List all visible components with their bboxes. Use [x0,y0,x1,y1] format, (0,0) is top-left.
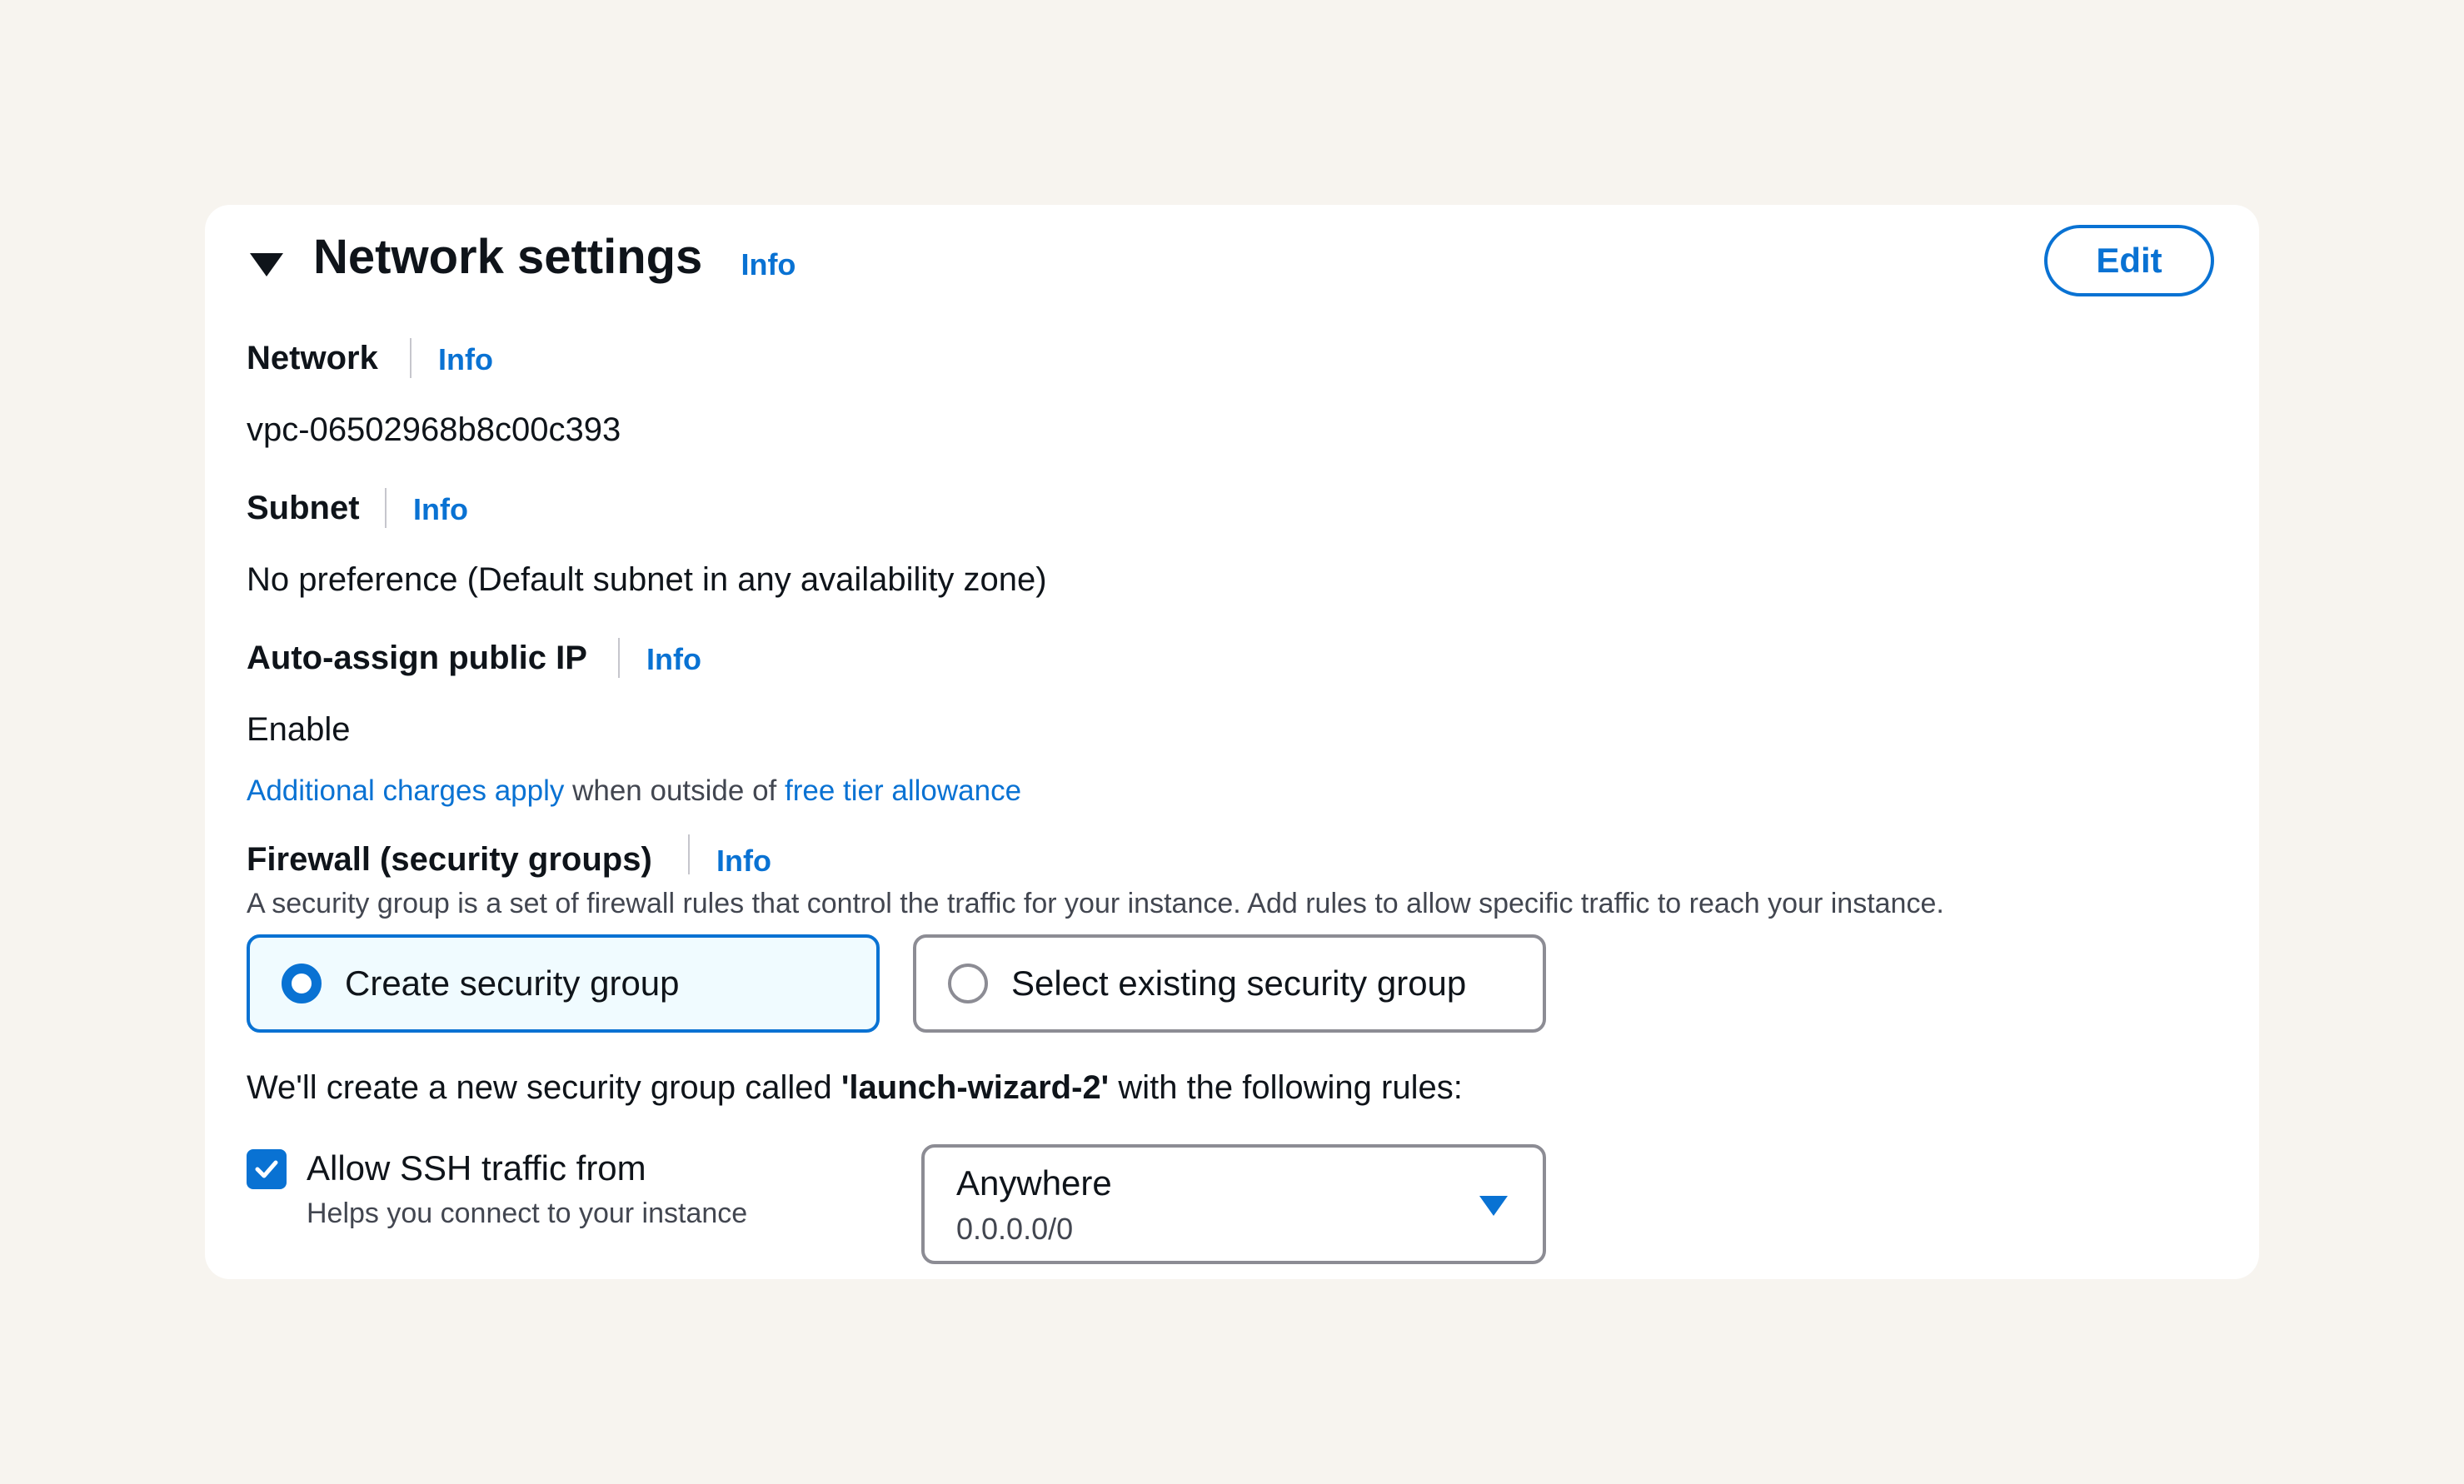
checkmark-icon [255,1160,278,1178]
security-group-rules-text: We'll create a new security group called… [247,1071,1463,1104]
allow-ssh-description: Helps you connect to your instance [307,1198,748,1229]
create-security-group-tile[interactable]: Create security group [247,934,880,1033]
firewall-divider [688,834,690,874]
rules-suffix: with the following rules: [1109,1069,1463,1106]
security-group-name: 'launch-wizard-2' [840,1069,1110,1106]
allow-ssh-checkbox[interactable] [247,1149,287,1189]
panel-title-text: Network settings [313,230,703,284]
rules-prefix: We'll create a new security group called [247,1069,841,1106]
collapse-caret-icon[interactable] [250,253,283,276]
select-existing-security-group-radio[interactable] [948,964,988,1003]
dropdown-caret-icon [1479,1196,1508,1216]
charges-text: when outside of [564,774,785,807]
ssh-source-selected-value: Anywhere [956,1163,1112,1203]
free-tier-link[interactable]: free tier allowance [785,774,1021,807]
create-security-group-radio[interactable] [282,964,322,1003]
ssh-source-select[interactable]: Anywhere 0.0.0.0/0 [921,1144,1546,1264]
allow-ssh-label[interactable]: Allow SSH traffic from [307,1151,646,1186]
firewall-label: Firewall (security groups) [247,841,652,878]
network-value: vpc-06502968b8c00c393 [247,411,621,448]
network-label: Network [247,340,378,376]
header-info-link[interactable]: Info [741,247,796,281]
subnet-value: No preference (Default subnet in any ava… [247,561,1047,598]
panel-title: Network settings Info [313,233,796,281]
subnet-divider [385,488,387,528]
edit-button[interactable]: Edit [2044,225,2214,296]
firewall-description: A security group is a set of firewall ru… [247,888,1944,919]
create-security-group-label: Create security group [345,964,680,1003]
ssh-source-cidr: 0.0.0.0/0 [956,1212,1074,1246]
charges-notice: Additional charges apply when outside of… [247,776,1021,805]
network-divider [410,338,411,378]
network-settings-panel: Network settings Info Edit Network Info … [205,205,2259,1279]
firewall-info-link[interactable]: Info [716,846,771,876]
select-existing-security-group-label: Select existing security group [1011,964,1467,1003]
subnet-info-link[interactable]: Info [413,495,468,525]
public-ip-divider [618,638,620,678]
public-ip-label: Auto-assign public IP [247,640,587,676]
public-ip-info-link[interactable]: Info [646,645,701,675]
subnet-label: Subnet [247,490,360,526]
network-info-link[interactable]: Info [438,345,493,375]
additional-charges-link[interactable]: Additional charges apply [247,774,564,807]
public-ip-value: Enable [247,711,351,748]
select-existing-security-group-tile[interactable]: Select existing security group [913,934,1546,1033]
